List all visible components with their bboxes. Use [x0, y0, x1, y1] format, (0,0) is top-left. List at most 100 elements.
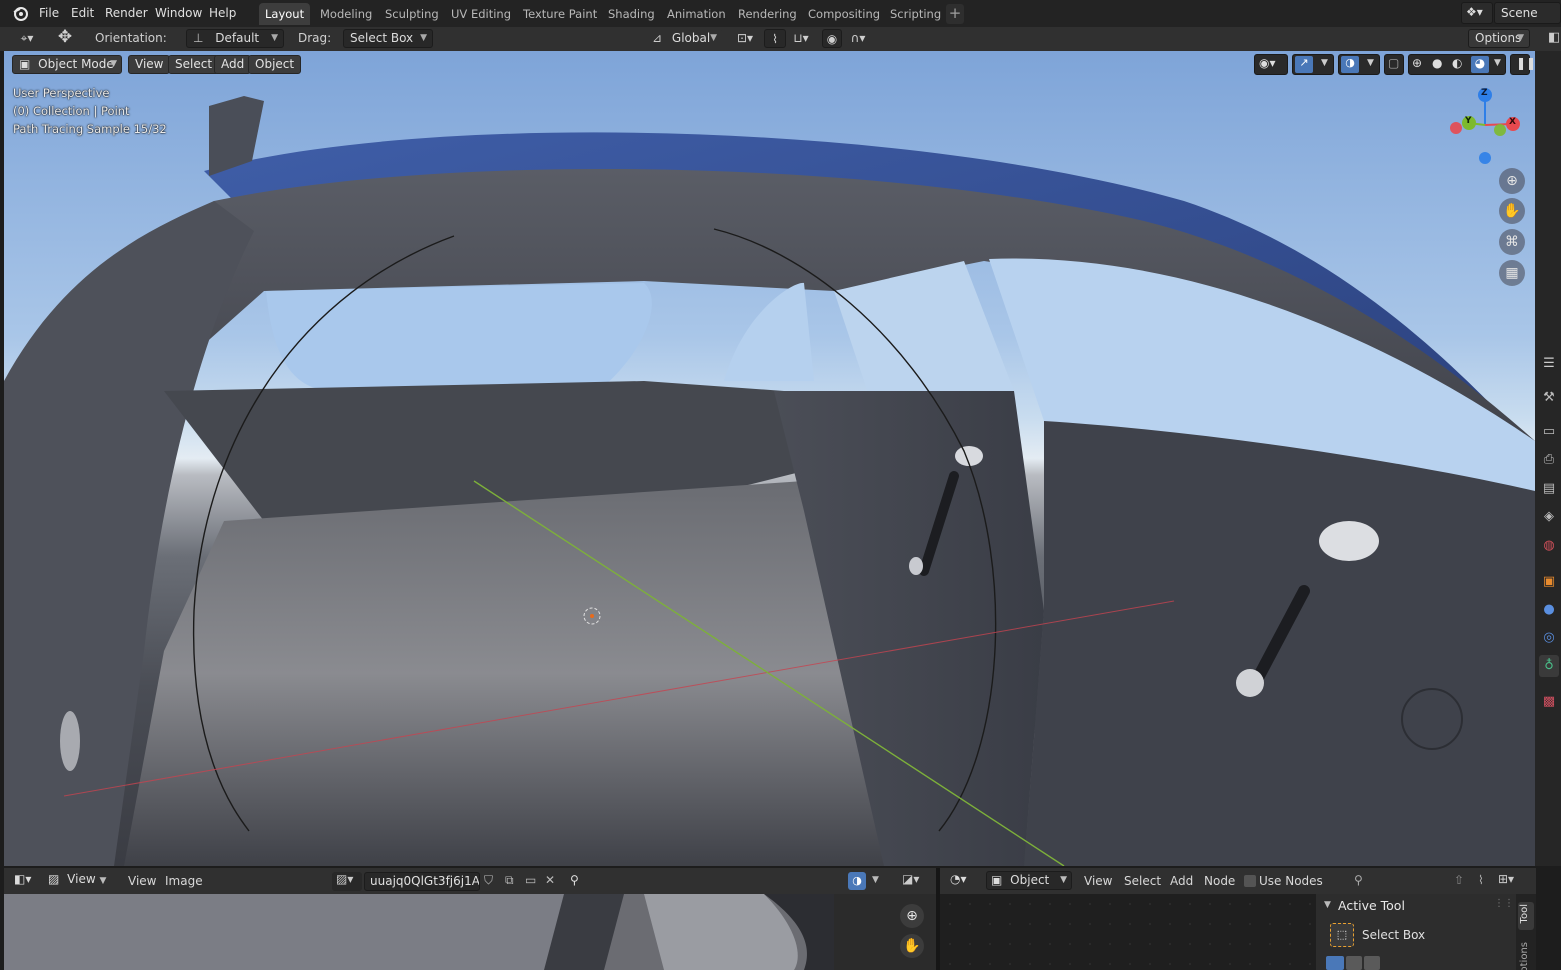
use-nodes-checkbox[interactable] [1244, 875, 1256, 887]
snap-mode-icon[interactable]: ⊞▾ [1498, 872, 1514, 886]
gizmo-toggle[interactable]: ↗ ▼ [1292, 54, 1334, 75]
proportional-falloff-icon[interactable]: ∩▾ [844, 29, 872, 48]
tab-compositing[interactable]: Compositing [802, 3, 886, 25]
pause-render-button[interactable]: ❚❚ [1510, 54, 1535, 75]
snap-toggle-icon[interactable]: ⌇ [764, 29, 786, 48]
sidebar-tab-options[interactable]: Options [1518, 942, 1534, 970]
pivot-point-icon[interactable]: ⊡▾ [731, 29, 759, 48]
node-editor-type-icon[interactable]: ◔▾ [950, 872, 967, 886]
add-workspace-button[interactable]: + [946, 4, 964, 24]
unlink-close-icon[interactable]: ✕ [545, 873, 555, 887]
open-folder-icon[interactable]: ▭ [525, 873, 536, 887]
pan-hand-icon[interactable]: ✋ [900, 934, 924, 958]
overlays-toggle[interactable]: ◑ ▼ [1338, 54, 1380, 75]
view-mode-dropdown[interactable]: ▨ View ▼ [48, 872, 106, 886]
chevron-down-icon: ▼ [710, 33, 717, 43]
pin-icon[interactable]: ⚲ [1354, 873, 1363, 887]
sidebar-tab-tool[interactable]: Tool [1518, 902, 1534, 930]
editor-type-icon[interactable]: ◧▾ [14, 872, 31, 886]
display-channels-icon[interactable]: ◪▾ [902, 872, 919, 886]
view-layer-properties-icon[interactable]: ▤ [1539, 478, 1559, 500]
tab-modeling[interactable]: Modeling [314, 3, 378, 25]
select-box-tool-icon[interactable]: ⬚ [1330, 923, 1354, 947]
viewport-menu-select[interactable]: Select [168, 55, 220, 74]
modifier-properties-icon[interactable]: ● [1539, 599, 1559, 621]
shader-type-dropdown[interactable]: ▣ Object ▼ [986, 871, 1072, 890]
tab-sculpting[interactable]: Sculpting [379, 3, 445, 25]
solid-shading-icon[interactable]: ● [1432, 56, 1442, 70]
tab-scripting[interactable]: Scripting [884, 3, 947, 25]
transform-orientation-dropdown[interactable]: ⊿ Global ▼ [645, 29, 723, 48]
node-menu-select[interactable]: Select [1124, 874, 1161, 888]
tab-shading[interactable]: Shading [602, 3, 661, 25]
image-editor-canvas[interactable]: ⊕ ✋ [4, 894, 936, 970]
snap-target-icon[interactable]: ⊔▾ [786, 29, 816, 48]
properties-editor-icon[interactable]: ☰ [1539, 353, 1559, 375]
parent-node-tree-icon[interactable]: ⇧ [1454, 873, 1464, 887]
visibility-dropdown[interactable]: ◉▾ [1254, 54, 1288, 75]
new-image-icon[interactable]: ⧉ [505, 873, 514, 888]
image-browse-icon[interactable]: ▨▾ [332, 872, 362, 891]
zoom-icon[interactable]: ⊕ [1499, 168, 1525, 194]
drag-dropdown[interactable]: Select Box ▼ [343, 29, 433, 48]
rendered-shading-icon[interactable]: ◕ [1471, 56, 1489, 73]
active-tool-title[interactable]: Active Tool [1338, 898, 1405, 913]
node-menu-node[interactable]: Node [1204, 874, 1235, 888]
collapse-triangle-icon[interactable]: ▼ [1324, 900, 1331, 910]
image-menu-view[interactable]: View [128, 874, 156, 888]
3d-viewport[interactable]: ▣ Object Mode ▼ View Select Add Object ◉… [4, 51, 1535, 866]
scene-name-field[interactable]: Scene [1494, 2, 1561, 24]
physics-properties-icon[interactable]: ◎ [1539, 627, 1559, 649]
world-properties-icon[interactable]: ◍ [1539, 535, 1559, 557]
tool-properties-icon[interactable]: ⚒ [1539, 387, 1559, 409]
tab-uv-editing[interactable]: UV Editing [445, 3, 517, 25]
image-menu-image[interactable]: Image [165, 874, 203, 888]
options-dropdown[interactable]: Options ▼ [1468, 29, 1530, 48]
orientation-dropdown[interactable]: ⊥ Default ▼ [186, 29, 284, 48]
camera-view-icon[interactable]: ⌘ [1499, 229, 1525, 255]
wireframe-shading-icon[interactable]: ⊕ [1412, 56, 1422, 70]
tab-layout[interactable]: Layout [259, 3, 311, 25]
object-mode-dropdown[interactable]: ▣ Object Mode ▼ [12, 55, 122, 74]
node-menu-view[interactable]: View [1084, 874, 1112, 888]
output-properties-icon[interactable]: ⎙ [1539, 449, 1559, 471]
select-tool-mode-icon[interactable]: ⌖▾ [12, 29, 42, 48]
zoom-icon[interactable]: ⊕ [900, 904, 924, 928]
scene-selector[interactable]: ❖▾ [1461, 2, 1493, 24]
menu-file[interactable]: File [39, 4, 59, 22]
node-menu-add[interactable]: Add [1170, 874, 1193, 888]
sidebar-toggle-icon[interactable]: ◧ [1548, 30, 1560, 45]
blender-logo-icon[interactable] [12, 5, 29, 22]
tab-rendering[interactable]: Rendering [732, 3, 803, 25]
drag-handle-icon[interactable]: ⋮⋮ [1494, 898, 1514, 909]
object-properties-icon[interactable]: ▣ [1539, 571, 1559, 593]
transform-pivot-icon[interactable]: ✥ [54, 28, 76, 47]
xray-toggle[interactable]: ▢ [1384, 54, 1404, 75]
node-editor-canvas[interactable] [940, 894, 1316, 970]
menu-help[interactable]: Help [209, 4, 236, 22]
pan-hand-icon[interactable]: ✋ [1499, 198, 1525, 224]
select-mode-extend-icon[interactable] [1346, 956, 1362, 970]
snap-icon[interactable]: ⌇ [1478, 873, 1484, 887]
pin-icon[interactable]: ⚲ [570, 873, 579, 887]
texture-properties-icon[interactable]: ▩ [1539, 691, 1559, 713]
select-mode-subtract-icon[interactable] [1364, 956, 1380, 970]
fake-user-shield-icon[interactable]: ⛉ [484, 873, 493, 888]
scene-properties-icon[interactable]: ◈ [1539, 506, 1559, 528]
perspective-grid-icon[interactable]: ▦ [1499, 260, 1525, 286]
material-shading-icon[interactable]: ◐ [1452, 56, 1462, 70]
tab-animation[interactable]: Animation [661, 3, 732, 25]
image-name-field[interactable]: uuajq0QlGt3fj6j1A_... [364, 872, 480, 891]
menu-edit[interactable]: Edit [71, 4, 94, 22]
render-properties-icon[interactable]: ▭ [1539, 421, 1559, 443]
viewport-menu-add[interactable]: Add [214, 55, 252, 74]
menu-render[interactable]: Render [105, 4, 148, 22]
menu-window[interactable]: Window [155, 4, 202, 22]
gizmo-overlay-toggle[interactable]: ◑ ▼ [848, 872, 884, 891]
select-mode-new-icon[interactable] [1326, 956, 1344, 970]
viewport-menu-view[interactable]: View [128, 55, 171, 74]
proportional-edit-icon[interactable]: ◉ [822, 29, 842, 48]
viewport-menu-object[interactable]: Object [248, 55, 302, 74]
object-data-properties-icon[interactable]: ♁ [1539, 655, 1559, 677]
tab-texture-paint[interactable]: Texture Paint [517, 3, 603, 25]
